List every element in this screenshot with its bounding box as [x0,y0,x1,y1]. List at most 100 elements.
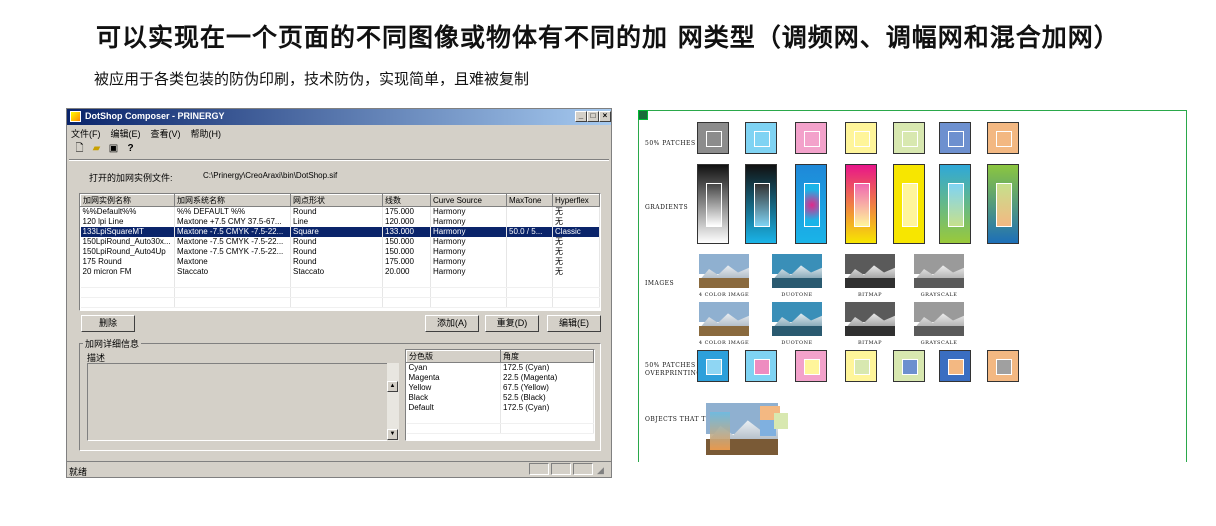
help-icon[interactable]: ? [124,142,137,155]
table-row-empty [80,287,600,298]
caption-duotone: Duotone [781,340,813,346]
table-cell: 20.000 [382,267,431,277]
column-header-hyperflex[interactable]: Hyperflex [552,194,600,207]
table-row[interactable]: 150LpiRound_Auto4Up Maxtone -7.5 CMYK -7.… [80,247,600,257]
table-cell: Square [290,227,383,237]
gradient-inner [996,183,1012,227]
overprint-swatch [697,350,729,382]
table-cell: 150LpiRound_Auto4Up [80,247,175,257]
caption-grayscale: Grayscale [920,292,958,298]
table-row[interactable]: 175 Round Maxtone Round 175.000 Harmony 无 [80,257,600,267]
table-header-row: 分色版 角度 [406,350,594,363]
menu-help[interactable]: 帮助(H) [191,127,222,139]
table-cell: 172.5 (Cyan) [500,403,594,413]
menu-edit[interactable]: 编辑(E) [111,127,141,139]
table-cell: Yellow [406,383,501,393]
table-cell: Harmony [430,217,507,227]
patch-swatch [745,122,777,154]
table-cell: Harmony [430,257,507,267]
table-row[interactable]: %%Default%%%% DEFAULT %% Round 175.000 Harm… [80,206,600,217]
overprint-swatch [745,350,777,382]
gradient-black-cyan [745,164,777,244]
row-label-overprint: 50% patches Overprinting [645,362,702,377]
patch-swatch-inner [706,131,722,147]
table-row-empty [406,413,594,424]
open-folder-icon[interactable]: ▰ [90,142,103,155]
description-textarea[interactable] [87,363,397,441]
column-header-separation[interactable]: 分色版 [406,350,501,363]
table-cell: Cyan [406,362,501,373]
table-cell: 无 [552,267,600,277]
toolbar: 🗋 ▰ ▣ ? [73,142,137,157]
row-label-images: Images [645,280,675,287]
resize-grip-icon[interactable]: ◢ [597,465,604,476]
table-row[interactable]: Default 172.5 (Cyan) [406,403,594,413]
column-header-dot-shape[interactable]: 网点形状 [290,194,383,207]
trap-green-object [774,413,788,429]
column-header-lpi[interactable]: 线数 [382,194,431,207]
column-header-angle[interactable]: 角度 [500,350,594,363]
table-cell: 133.000 [382,227,431,237]
screen-instance-table[interactable]: 加网实例名称 加网系统名称 网点形状 线数 Curve Source MaxTo… [79,193,601,311]
minimize-button[interactable]: _ [575,111,587,122]
description-scrollbar[interactable]: ▲ ▼ [387,363,399,441]
table-row[interactable]: 150LpiRound_Auto30x... Maxtone -7.5 CMYK … [80,237,600,247]
table-row[interactable]: 120 lpi Line Maxtone +7.5 CMY 37.5-67... L… [80,217,600,227]
photo-bitmap [845,302,895,336]
caption-4color: 4 Color Image [698,292,750,298]
column-header-maxtone[interactable]: MaxTone [506,194,553,207]
patch-swatch [697,122,729,154]
overprint-swatch [939,350,971,382]
dotshop-composer-window: DotShop Composer - PRINERGY _ □ × 文件(F) … [66,108,612,478]
gradient-inner [706,183,722,227]
table-row[interactable]: Black 52.5 (Black) [406,393,594,403]
maximize-button[interactable]: □ [587,111,599,122]
table-row[interactable]: Magenta 22.5 (Magenta) [406,373,594,383]
add-button[interactable]: 添加(A) [425,315,479,332]
table-cell: 175 Round [80,257,175,267]
table-cell [506,267,553,277]
overprint-swatch-inner [948,359,964,375]
menu-view[interactable]: 查看(V) [151,127,181,139]
column-header-curve-source[interactable]: Curve Source [430,194,507,207]
patch-swatch-inner [804,131,820,147]
table-cell: 无 [552,247,600,257]
table-row[interactable]: Yellow 67.5 (Yellow) [406,383,594,393]
table-cell: 无 [552,237,600,247]
close-button[interactable]: × [599,111,611,122]
edit-button[interactable]: 编辑(E) [547,315,601,332]
status-panel [573,463,593,475]
toolbar-divider [69,159,609,161]
menu-file[interactable]: 文件(F) [71,127,101,139]
overprint-swatch [987,350,1019,382]
photo-duotone [772,302,822,336]
gradient-green-blue [987,164,1019,244]
delete-button[interactable]: 删除 [81,315,135,332]
duplicate-button[interactable]: 重复(D) [485,315,539,332]
table-cell: 50.0 / 5... [506,227,553,237]
table-row[interactable]: 20 micron FM Staccato Staccato 20.000 Harmon… [80,267,600,277]
window-title-bar[interactable]: DotShop Composer - PRINERGY _ □ × [67,109,611,125]
table-cell: Black [406,393,501,403]
patch-swatch [845,122,877,154]
gradient-inner [854,183,870,227]
column-header-system-name[interactable]: 加网系统名称 [174,194,291,207]
save-icon[interactable]: ▣ [107,142,120,155]
new-file-icon[interactable]: 🗋 [73,142,86,155]
table-cell: 无 [552,217,600,227]
gradient-black [697,164,729,244]
patch-swatch-inner [902,131,918,147]
app-icon [70,111,81,122]
patch-swatch [939,122,971,154]
table-row-selected[interactable]: 133LpiSquareMT Maxtone -7.5 CMYK -7.5-22.… [80,227,600,237]
trap-gradient-object [710,412,730,450]
table-cell [506,257,553,267]
scroll-down-icon[interactable]: ▼ [387,429,398,440]
scroll-up-icon[interactable]: ▲ [387,381,398,392]
column-header-instance-name[interactable]: 加网实例名称 [80,194,175,207]
separation-angle-table[interactable]: 分色版 角度 Cyan 172.5 (Cyan) Magenta 22.5 (Mag… [405,349,595,441]
table-cell: 20 micron FM [80,267,175,277]
gradient-inner [754,183,770,227]
open-file-path: C:\Prinergy\CreoAraxi\bin\DotShop.sif [203,171,338,180]
table-row[interactable]: Cyan 172.5 (Cyan) [406,362,594,373]
